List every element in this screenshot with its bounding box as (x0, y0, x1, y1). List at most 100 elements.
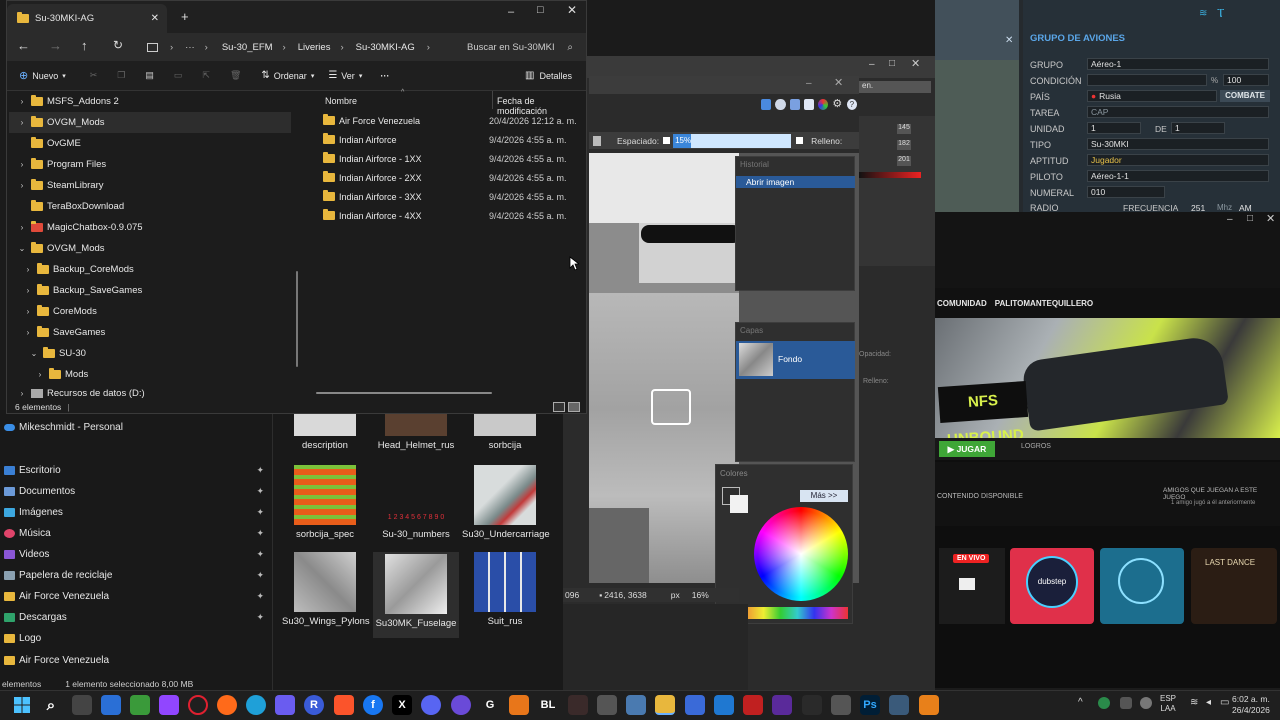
edge-icon[interactable] (246, 695, 266, 715)
background-swatch[interactable] (730, 495, 748, 513)
color-icon[interactable] (818, 98, 829, 110)
file-thumbnail[interactable]: Su30_Wings_Pylons (282, 552, 370, 627)
condicion-value[interactable]: 100 (1223, 74, 1269, 86)
color-ramp[interactable] (859, 172, 921, 178)
facebook-icon[interactable]: f (363, 695, 383, 715)
quick-access-item[interactable]: Air Force Venezuela (4, 650, 270, 671)
minimize-icon[interactable]: – (508, 6, 514, 18)
app-icon[interactable]: R (304, 695, 324, 715)
live-card[interactable]: EN VIVO (939, 548, 1005, 624)
store-icon[interactable] (685, 695, 705, 715)
brave-icon[interactable] (334, 695, 354, 715)
tree-item[interactable]: › Backup_SaveGames (23, 280, 142, 301)
minimize-icon[interactable]: – (1227, 214, 1233, 225)
chevron-right-icon[interactable]: › (23, 265, 33, 274)
map-area[interactable]: ✕ (935, 0, 1019, 212)
file-row[interactable]: Indian Airforce - 1XX 9/4/2026 4:55 a. m. (315, 149, 587, 168)
unidad-field[interactable]: 1 (1087, 122, 1141, 134)
more-options-button[interactable]: ··· (380, 71, 389, 81)
chevron-down-icon[interactable]: ⌄ (17, 244, 27, 253)
column-name[interactable]: Nombre (325, 96, 357, 106)
tool-icon[interactable] (803, 98, 815, 110)
start-icon[interactable] (12, 695, 32, 715)
zoom-level[interactable]: 16% (692, 590, 709, 600)
x-icon[interactable]: X (392, 695, 412, 715)
blue-value[interactable]: 201 (897, 156, 911, 166)
tree-item[interactable]: › MSFS_Addons 2 (17, 91, 119, 112)
more-colors-button[interactable]: Más >> (800, 490, 848, 502)
quick-access-item[interactable]: Documentos ✦ (4, 481, 270, 502)
unit-label[interactable]: px (671, 590, 680, 600)
firefox-icon[interactable] (217, 695, 237, 715)
tray-app-icon[interactable] (1120, 697, 1132, 709)
chevron-right-icon[interactable]: › (17, 181, 27, 190)
quick-access-item[interactable]: Videos ✦ (4, 544, 270, 565)
quick-access-item[interactable]: Descargas ✦ (4, 607, 270, 628)
onedrive-item[interactable]: Mikeschmidt - Personal (4, 422, 123, 433)
app-icon[interactable] (802, 695, 822, 715)
twitch-icon[interactable] (159, 695, 179, 715)
achievements-label[interactable]: LOGROS (1021, 443, 1051, 450)
maximize-icon[interactable]: □ (889, 58, 895, 69)
tree-item[interactable]: › SteamLibrary (17, 175, 104, 196)
file-row[interactable]: Indian Airforce - 2XX 9/4/2026 4:55 a. m. (315, 168, 587, 187)
fill-checkbox[interactable] (796, 137, 804, 144)
volume-icon[interactable]: ◂ (1206, 697, 1211, 708)
chevron-down-icon[interactable]: ⌄ (29, 349, 39, 358)
chevron-right-icon[interactable]: › (17, 118, 27, 127)
photoshop-icon[interactable]: Ps (860, 695, 880, 715)
app-icon[interactable] (919, 695, 939, 715)
tree-item[interactable]: › SaveGames (23, 322, 105, 343)
layer-row[interactable]: Fondo (736, 341, 855, 379)
app-icon[interactable] (568, 695, 588, 715)
spacing-checkbox[interactable] (663, 137, 671, 144)
clock[interactable]: 6:02 a. m. 26/4/2026 (1232, 694, 1270, 716)
tab-close-icon[interactable]: ✕ (151, 13, 159, 24)
app-icon[interactable] (451, 695, 471, 715)
green-value[interactable]: 182 (897, 140, 911, 150)
ellipsis-icon[interactable]: ··· (185, 42, 195, 53)
chevron-right-icon[interactable]: › (23, 286, 33, 295)
spacing-slider[interactable]: 15% (673, 133, 792, 148)
tree-item[interactable]: › CoreMods (23, 301, 97, 322)
refresh-icon[interactable]: ↻ (113, 38, 123, 52)
tree-item[interactable]: ⌄ SU-30 (29, 343, 86, 364)
music-card[interactable] (1100, 548, 1184, 624)
copilot-icon[interactable] (275, 695, 295, 715)
chevron-right-icon[interactable]: › (17, 389, 27, 398)
new-button[interactable]: Nuevo (32, 71, 58, 81)
search-icon[interactable]: ⌕ (41, 695, 61, 715)
file-explorer-icon[interactable] (655, 695, 675, 715)
tree-item[interactable]: › Backup_CoreMods (23, 259, 134, 280)
back-arrow-icon[interactable]: ← (17, 38, 30, 53)
tree-item[interactable]: TeraBoxDownload (31, 196, 124, 217)
file-thumbnail[interactable]: 1 2 3 4 5 6 7 8 9 0 Su-30_numbers (373, 465, 459, 540)
quick-access-item[interactable]: Papelera de reciclaje ✦ (4, 565, 270, 586)
column-divider[interactable] (492, 91, 493, 109)
up-arrow-icon[interactable]: ↑ (81, 38, 88, 53)
tree-item[interactable]: ⌄ OVGM_Mods (17, 238, 105, 259)
app-icon[interactable] (597, 695, 617, 715)
language-indicator[interactable]: ESP LAA (1160, 694, 1176, 714)
chevron-right-icon[interactable]: › (17, 97, 27, 106)
task-view-icon[interactable] (72, 695, 92, 715)
app-icon[interactable] (831, 695, 851, 715)
tiles-view-icon[interactable] (568, 401, 580, 412)
history-item[interactable]: Abrir imagen (736, 176, 855, 188)
file-thumbnail[interactable]: Su30MK_Fuselage (373, 552, 459, 638)
quick-access-item[interactable]: Imágenes ✦ (4, 502, 270, 523)
numeral-field[interactable]: 010 (1087, 186, 1165, 198)
file-thumbnail[interactable]: Su30_Undercarriage (462, 465, 550, 540)
paste-icon[interactable]: ▤ (145, 70, 154, 81)
file-row[interactable]: Indian Airforce - 4XX 9/4/2026 4:55 a. m. (315, 206, 587, 225)
close-icon[interactable]: ✕ (567, 3, 577, 17)
last-dance-card[interactable]: LAST DANCE (1191, 548, 1277, 624)
discord-icon[interactable] (421, 695, 441, 715)
doc-close-icon[interactable]: ✕ (834, 76, 843, 89)
search-box[interactable]: Buscar en Su-30MKI ⌕ (461, 36, 579, 58)
grupo-field[interactable]: Aéreo-1 (1087, 58, 1269, 70)
breadcrumb-item[interactable]: Liveries (298, 42, 331, 53)
app-icon[interactable] (101, 695, 121, 715)
battery-icon[interactable]: ▭ (1220, 697, 1229, 708)
chevron-right-icon[interactable]: › (35, 370, 45, 379)
